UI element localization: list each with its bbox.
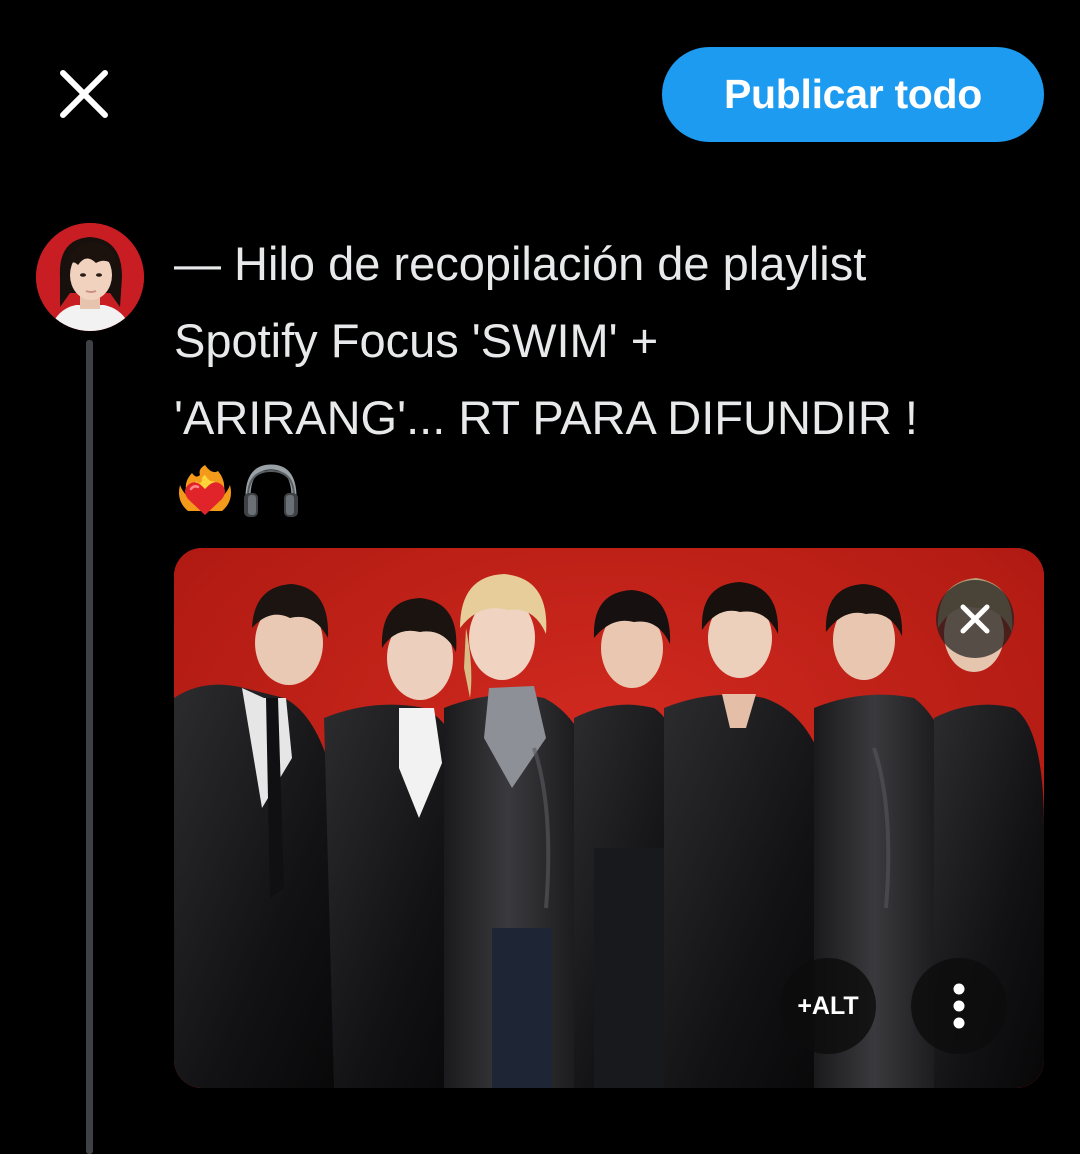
more-vertical-icon	[953, 983, 965, 1029]
close-icon	[60, 70, 108, 118]
avatar[interactable]	[36, 223, 144, 331]
heart-on-fire-emoji	[179, 465, 231, 515]
emoji-row	[176, 458, 302, 522]
close-button[interactable]	[44, 54, 124, 134]
attached-photo[interactable]: +ALT	[174, 548, 1044, 1088]
add-alt-text-button[interactable]: +ALT	[780, 958, 876, 1054]
avatar-image	[36, 223, 144, 331]
remove-media-button[interactable]	[936, 580, 1014, 658]
media-options-button[interactable]	[911, 958, 1007, 1054]
publish-all-button[interactable]: Publicar todo	[662, 47, 1044, 142]
thread-connector-line	[86, 340, 93, 1154]
close-icon	[960, 604, 990, 634]
compose-thread-screen: Publicar todo — Hilo de recopilación de …	[0, 0, 1080, 1154]
post-text[interactable]: — Hilo de recopilación de playlist Spoti…	[174, 225, 1034, 456]
headphones-emoji	[244, 464, 298, 517]
